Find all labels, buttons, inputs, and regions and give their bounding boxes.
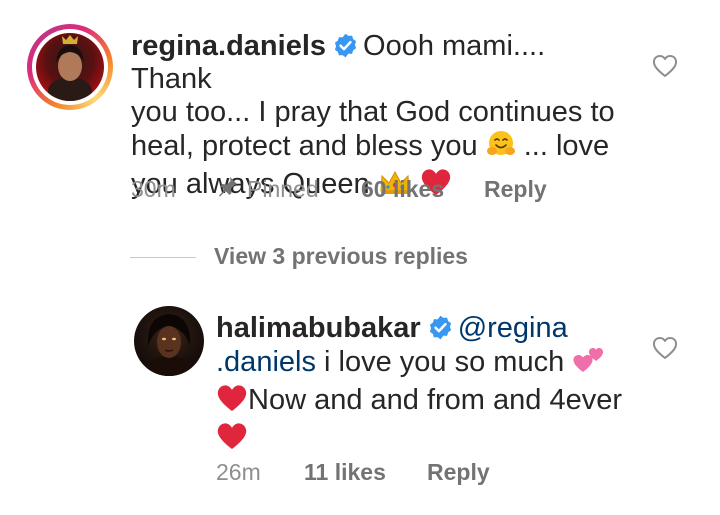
pin-icon — [217, 175, 239, 205]
like-button[interactable] — [652, 54, 678, 78]
heart-outline-icon — [652, 55, 678, 77]
hugging-face-emoji — [486, 129, 516, 167]
likes-count[interactable]: 60 likes — [361, 176, 444, 203]
view-replies-label: View 3 previous replies — [214, 243, 468, 269]
verified-badge-icon — [427, 314, 454, 341]
reply-button[interactable]: Reply — [427, 459, 490, 486]
comment-text-line3b: ... love — [523, 130, 610, 162]
likes-count[interactable]: 11 likes — [304, 459, 386, 486]
comment-body: halimabubakar @regina .daniels i love you… — [216, 312, 636, 459]
pinned-label: Pinned — [247, 176, 319, 202]
red-heart-emoji — [216, 421, 248, 459]
comment-text-line3: Now and and from and 4ever — [248, 384, 622, 416]
heart-outline-icon — [652, 337, 678, 359]
comment-text-line2: i love you so much — [315, 346, 565, 378]
mention-link[interactable]: @regina — [458, 312, 568, 344]
timestamp: 26m — [216, 459, 261, 485]
divider-line — [130, 257, 196, 258]
comment-text-line2: you too... I pray that God continues to — [131, 96, 615, 128]
comment-text-line3a: heal, protect and bless you — [131, 130, 478, 162]
two-hearts-emoji — [572, 345, 606, 383]
mention-link-continued[interactable]: .daniels — [216, 346, 316, 378]
avatar-halima[interactable] — [134, 306, 204, 376]
avatar-regina[interactable] — [27, 24, 113, 110]
username[interactable]: regina.daniels — [131, 30, 326, 62]
red-heart-emoji — [216, 383, 248, 421]
comment-meta: 26m 11 likes Reply — [216, 459, 596, 489]
comment-meta: 30m Pinned 60 likes Reply — [131, 176, 591, 206]
timestamp: 30m — [131, 176, 176, 202]
username[interactable]: halimabubakar — [216, 312, 421, 344]
verified-badge-icon — [332, 32, 359, 59]
like-button[interactable] — [652, 336, 678, 360]
reply-button[interactable]: Reply — [484, 176, 547, 203]
view-previous-replies-button[interactable]: View 3 previous replies — [130, 241, 530, 275]
